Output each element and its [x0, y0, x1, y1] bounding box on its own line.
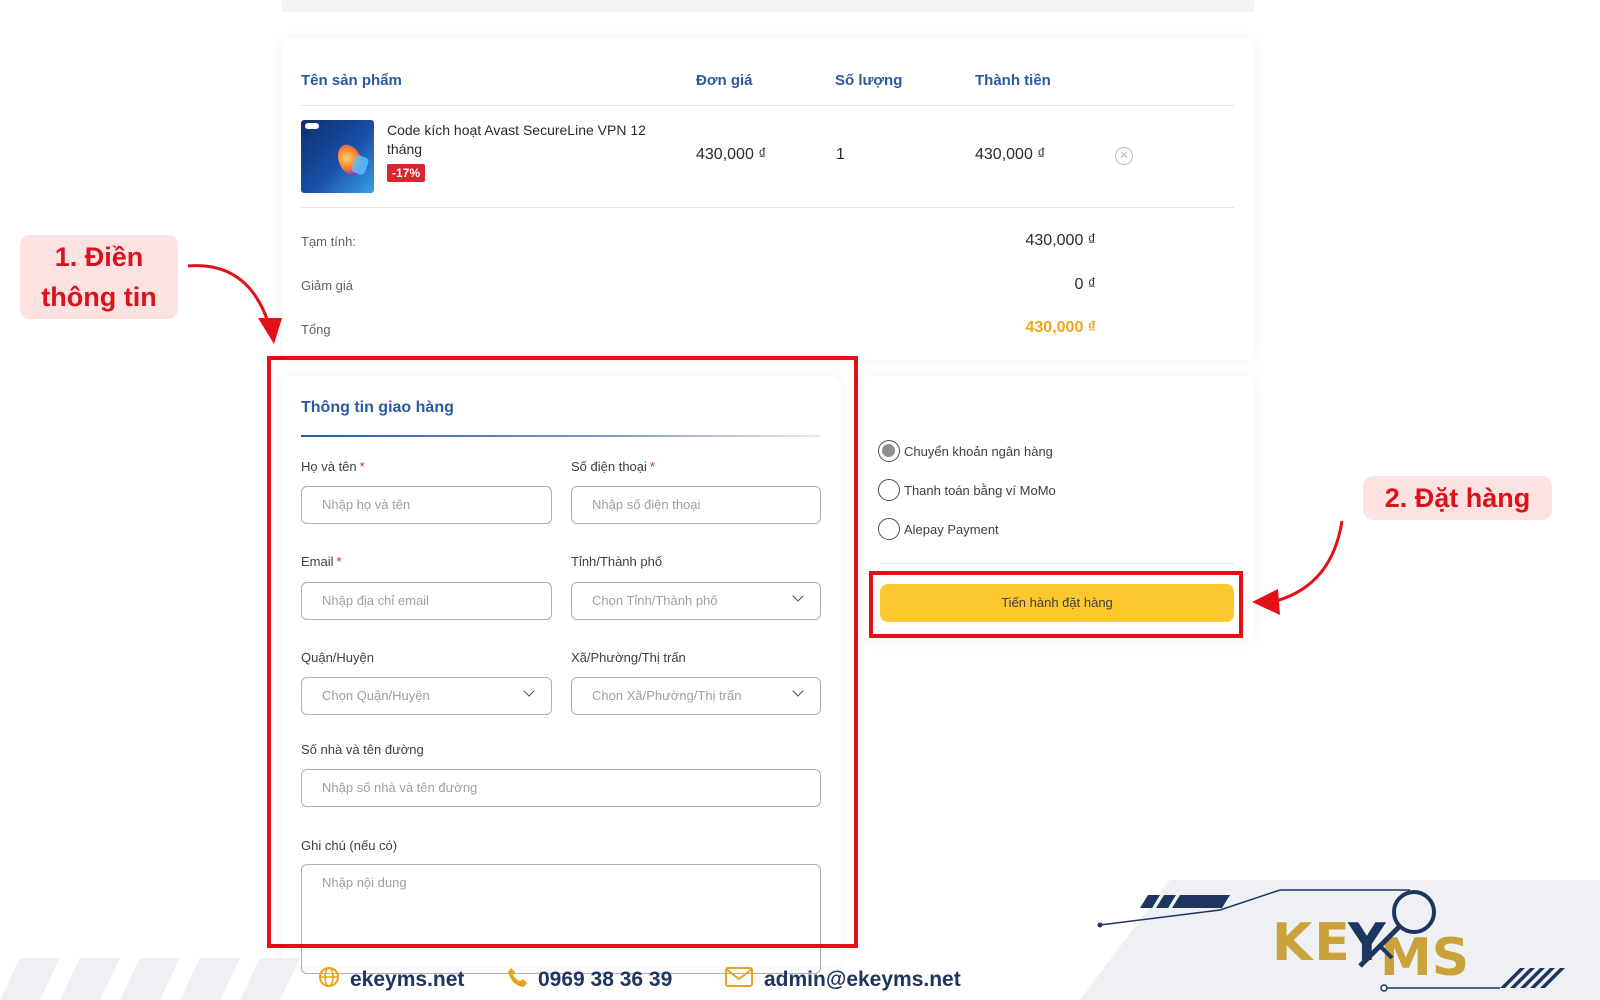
discount-label: Giảm giá: [301, 278, 354, 293]
item-unit-price: 430,000 ₫: [696, 146, 767, 163]
mail-icon: [724, 966, 754, 994]
item-quantity: 1: [836, 146, 845, 163]
keyms-logo: KE Y MS: [1080, 880, 1600, 1000]
radio-button[interactable]: [878, 518, 900, 540]
header-subtotal: Thành tiền: [975, 72, 1051, 89]
globe-icon: [318, 966, 340, 994]
product-thumbnail[interactable]: [301, 120, 374, 193]
annotation-step2: 2. Đặt hàng: [1363, 476, 1552, 520]
payment-option-label: Thanh toán bằng ví MoMo: [904, 482, 1056, 498]
header-product-name: Tên sản phẩm: [301, 72, 402, 89]
annotation-step1-line1: 1. Điền: [54, 242, 144, 272]
footer-phone[interactable]: 0969 38 36 39: [506, 966, 672, 994]
svg-text:KE: KE: [1272, 913, 1352, 973]
footer-website[interactable]: ekeyms.net: [318, 966, 464, 994]
cart-card: [282, 38, 1254, 360]
product-name-link[interactable]: Code kích hoạt Avast SecureLine VPN 12 t…: [387, 121, 677, 159]
annotation-step1-line2: thông tin: [41, 282, 157, 312]
payment-option-label: Chuyển khoản ngân hàng: [904, 443, 1053, 459]
radio-button[interactable]: [878, 440, 900, 462]
svg-text:MS: MS: [1380, 928, 1469, 988]
discount-badge: -17%: [387, 164, 426, 182]
payment-option-alepay[interactable]: Alepay Payment: [878, 518, 999, 540]
divider: [301, 105, 1234, 106]
discount-value: 0 ₫: [1074, 276, 1096, 293]
footer-email[interactable]: admin@ekeyms.net: [724, 966, 961, 994]
arrow-icon: [1252, 520, 1344, 615]
radio-button[interactable]: [878, 479, 900, 501]
footer-phone-text: 0969 38 36 39: [538, 968, 673, 991]
payment-option-momo[interactable]: Thanh toán bằng ví MoMo: [878, 479, 1056, 501]
remove-item-icon[interactable]: ✕: [1115, 147, 1133, 165]
total-value: 430,000 ₫: [1025, 319, 1097, 336]
phone-icon: [506, 966, 528, 994]
thumbnail-logo: [305, 123, 319, 129]
subtotal-value: 430,000 ₫: [1025, 232, 1097, 249]
arrow-icon: [187, 264, 282, 344]
footer-website-text: ekeyms.net: [350, 968, 465, 991]
total-label: Tổng: [301, 322, 331, 337]
footer-stripes: [0, 958, 300, 1000]
payment-option-label: Alepay Payment: [904, 521, 999, 537]
footer-email-text: admin@ekeyms.net: [764, 968, 961, 991]
annotation-step1: 1. Điền thông tin: [20, 235, 178, 319]
item-subtotal: 430,000 ₫: [975, 146, 1046, 163]
divider: [301, 207, 1234, 208]
subtotal-label: Tạm tính:: [301, 234, 356, 249]
top-strip: [282, 0, 1254, 12]
payment-option-bank[interactable]: Chuyển khoản ngân hàng: [878, 440, 1053, 462]
divider: [880, 563, 1234, 564]
header-quantity: Số lượng: [835, 72, 903, 89]
annotation-box-form: [267, 356, 858, 948]
annotation-box-order: [869, 571, 1243, 638]
header-unit-price: Đơn giá: [696, 72, 753, 89]
